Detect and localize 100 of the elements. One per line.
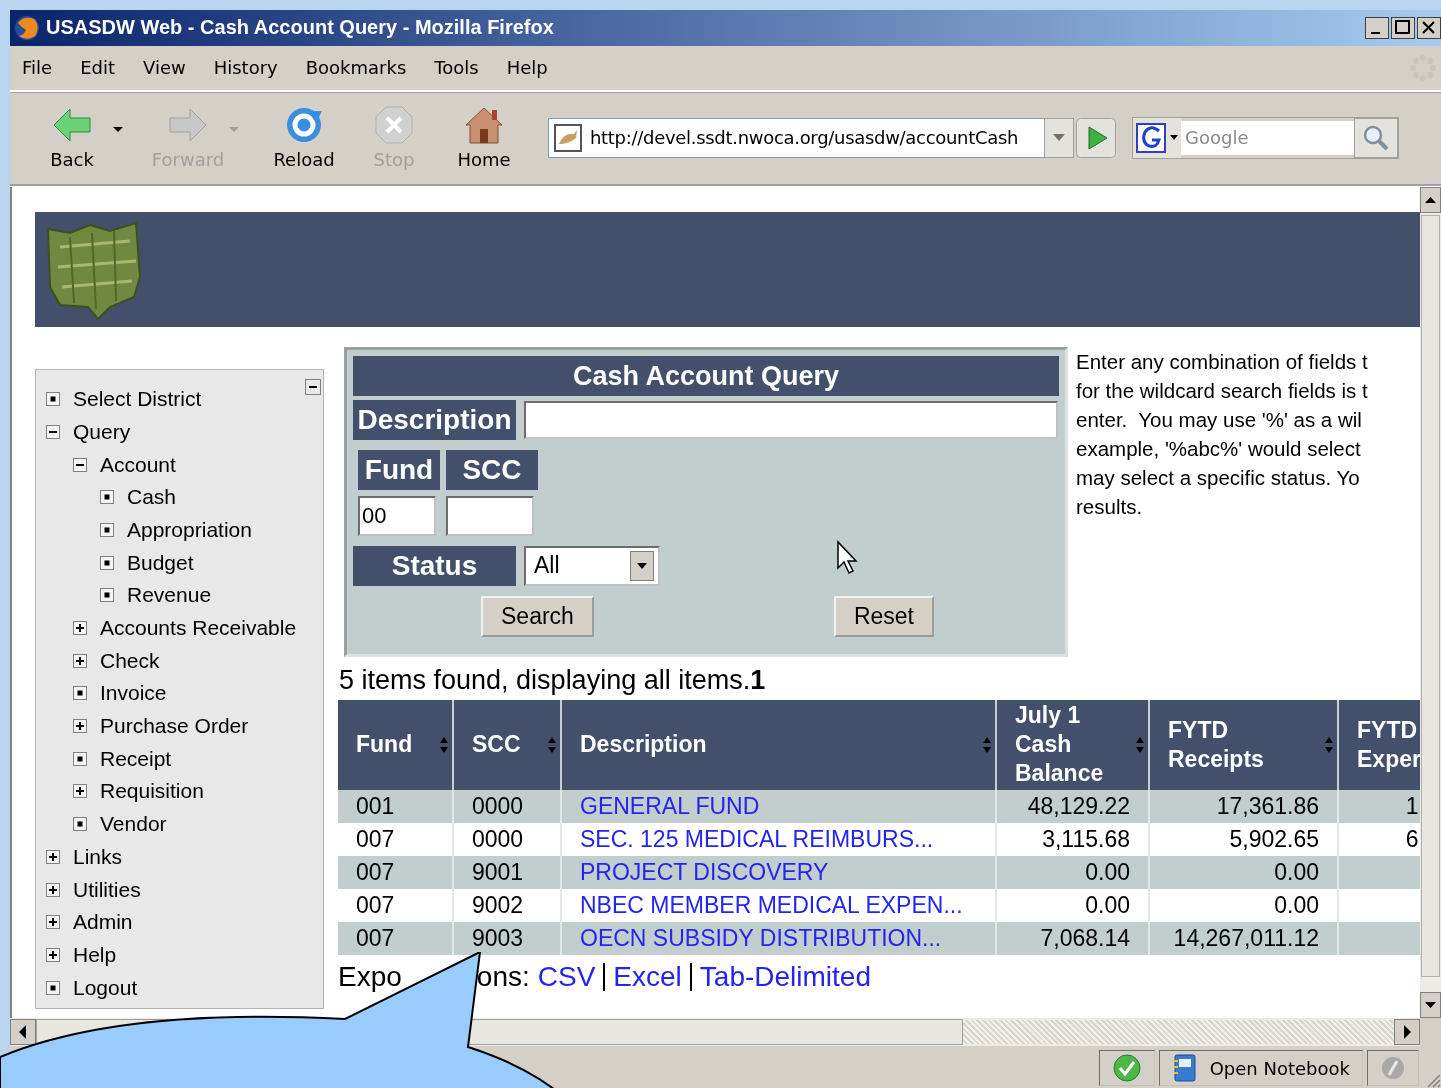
history-dropdown-icon[interactable] bbox=[1044, 117, 1074, 158]
plus-icon[interactable] bbox=[73, 621, 87, 635]
menu-item[interactable]: Help bbox=[506, 57, 562, 79]
tree-item[interactable]: Utilities bbox=[73, 877, 141, 902]
column-header[interactable]: Description bbox=[561, 699, 996, 790]
bullet-icon bbox=[100, 522, 114, 537]
status-dropdown[interactable]: All bbox=[524, 545, 660, 586]
stop-icon bbox=[374, 105, 414, 146]
form-button[interactable]: Search bbox=[481, 595, 594, 637]
fund-field[interactable]: 00 bbox=[358, 495, 436, 536]
tree-item[interactable]: Revenue bbox=[127, 583, 212, 608]
plus-icon[interactable] bbox=[73, 719, 87, 734]
minus-icon[interactable] bbox=[73, 457, 87, 472]
notebook-icon bbox=[1171, 1053, 1198, 1083]
menu-item[interactable]: Bookmarks bbox=[305, 57, 421, 79]
menu-item[interactable]: History bbox=[213, 57, 292, 79]
tree-item[interactable]: Admin bbox=[73, 910, 133, 935]
tree-item[interactable]: Query bbox=[73, 419, 131, 444]
tree-item[interactable]: Select District bbox=[73, 387, 202, 412]
table-cell: 48,129.22 bbox=[996, 789, 1149, 823]
search-field[interactable]: Google bbox=[1181, 120, 1354, 155]
tree-item[interactable]: Invoice bbox=[100, 681, 167, 706]
field-label: Status bbox=[353, 545, 516, 586]
search-icon[interactable] bbox=[1354, 117, 1398, 158]
bullet-icon bbox=[73, 751, 87, 766]
tree-item[interactable]: Accounts Receivable bbox=[100, 616, 297, 640]
collapse-panel-icon[interactable] bbox=[305, 378, 321, 395]
tree-item[interactable]: Purchase Order bbox=[100, 714, 249, 739]
check-icon bbox=[1111, 1053, 1142, 1083]
table-cell: 9003 bbox=[453, 921, 561, 955]
address-field[interactable]: http://devel.ssdt.nwoca.org/usasdw/accountCash bbox=[548, 117, 1045, 158]
dropdown-caret-icon[interactable] bbox=[112, 126, 124, 134]
column-header[interactable]: FYTD Receipts bbox=[1149, 699, 1338, 790]
table-cell: 17,361.86 bbox=[1149, 789, 1338, 823]
plus-icon[interactable] bbox=[73, 653, 87, 668]
bullet-icon bbox=[73, 817, 87, 832]
scroll-up-icon[interactable] bbox=[1420, 186, 1441, 213]
scroll-down-icon[interactable] bbox=[1420, 992, 1441, 1019]
scroll-thumb[interactable] bbox=[1421, 214, 1440, 977]
table-cell: 14,267,011.12 bbox=[1149, 921, 1338, 955]
tree-item[interactable]: Requisition bbox=[100, 779, 204, 804]
column-header[interactable]: July 1 Cash Balance bbox=[996, 699, 1149, 790]
menu-item[interactable]: Tools bbox=[434, 57, 493, 79]
toolbar-button[interactable]: Back bbox=[36, 105, 108, 171]
plus-icon[interactable] bbox=[73, 784, 87, 799]
plus-icon[interactable] bbox=[46, 882, 60, 897]
house-icon bbox=[464, 105, 504, 146]
menu-item[interactable]: Edit bbox=[80, 57, 129, 79]
tree-item[interactable]: Account bbox=[100, 452, 176, 477]
account-link[interactable]: NBEC MEMBER MEDICAL EXPEN... bbox=[580, 891, 963, 918]
field-label: SCC bbox=[446, 449, 538, 490]
maximize-icon[interactable] bbox=[1391, 17, 1415, 39]
toolbar-button[interactable]: Reload bbox=[268, 105, 340, 171]
bullet-icon bbox=[73, 686, 87, 701]
tree-item[interactable]: Budget bbox=[127, 550, 194, 575]
bullet-icon bbox=[100, 588, 114, 603]
column-header[interactable]: FYTD Exper bbox=[1338, 699, 1420, 790]
field-label: Fund bbox=[358, 449, 440, 490]
tree-item[interactable]: Check bbox=[100, 648, 160, 673]
tree-item[interactable]: Logout bbox=[73, 975, 138, 1000]
plus-icon[interactable] bbox=[46, 849, 60, 864]
column-header[interactable]: Fund bbox=[338, 699, 453, 790]
menu-item[interactable]: File bbox=[22, 57, 67, 79]
site-favicon-icon bbox=[554, 123, 582, 152]
export-label: Expo bbox=[338, 960, 402, 993]
help-text: Enter any combination of fields t for the wildcard search fields is t enter. You may use '%' as a wil example, '%abc%' would select may select a specific status. Yo results. bbox=[1076, 348, 1368, 520]
tree-item[interactable]: Appropriation bbox=[127, 517, 252, 542]
tree-item[interactable]: Links bbox=[73, 844, 123, 869]
table-cell: 0.00 bbox=[1149, 855, 1338, 889]
description-field[interactable] bbox=[524, 400, 1058, 439]
toolbar-button[interactable]: Home bbox=[448, 105, 520, 171]
tree-item[interactable]: Help bbox=[73, 942, 117, 967]
bullet-icon bbox=[46, 980, 60, 995]
export-link[interactable]: Tab-Delimited bbox=[699, 960, 871, 993]
notebook-button[interactable]: Open Notebook bbox=[1158, 1050, 1363, 1086]
form-button[interactable]: Reset bbox=[833, 595, 934, 637]
results-summary: 5 items found, displaying all items.1 bbox=[339, 664, 767, 696]
plus-icon[interactable] bbox=[46, 947, 60, 962]
column-header[interactable]: SCC bbox=[453, 699, 561, 790]
bullet-icon bbox=[100, 555, 114, 570]
export-link[interactable]: CSV bbox=[537, 960, 596, 993]
close-icon[interactable] bbox=[1417, 17, 1441, 39]
export-link[interactable]: Excel bbox=[613, 960, 682, 993]
menu-item[interactable]: View bbox=[143, 57, 200, 79]
tree-item[interactable]: Receipt bbox=[100, 746, 172, 771]
table-cell: 007 bbox=[338, 855, 453, 889]
scroll-left-icon[interactable] bbox=[10, 1019, 36, 1046]
account-link[interactable]: SEC. 125 MEDICAL REIMBURS... bbox=[580, 825, 934, 852]
minus-icon[interactable] bbox=[46, 424, 60, 439]
bullet-icon bbox=[46, 392, 60, 407]
table-cell: 001 bbox=[338, 789, 453, 823]
scc-field[interactable] bbox=[446, 495, 534, 536]
tree-item[interactable]: Vendor bbox=[100, 812, 167, 837]
table-cell: 007 bbox=[338, 921, 453, 955]
search-engine-icon[interactable] bbox=[1133, 117, 1181, 158]
plus-icon[interactable] bbox=[46, 915, 60, 930]
scroll-right-icon[interactable] bbox=[1394, 1019, 1420, 1046]
form-title: Cash Account Query bbox=[353, 355, 1059, 396]
tree-item[interactable]: Cash bbox=[127, 485, 177, 510]
minimize-icon[interactable] bbox=[1365, 17, 1389, 39]
